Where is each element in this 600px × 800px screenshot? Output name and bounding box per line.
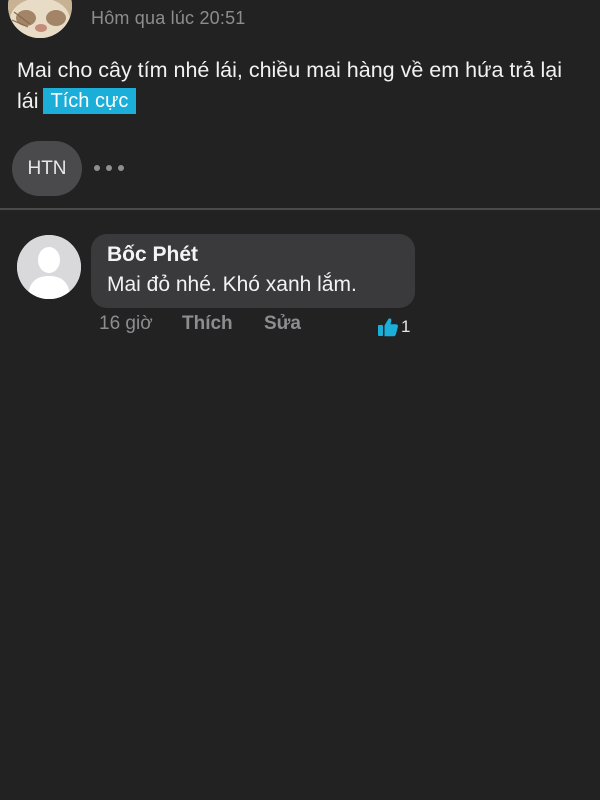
avatar[interactable] [8, 0, 72, 38]
more-horizontal-icon [94, 165, 100, 171]
like-count[interactable]: 1 [377, 317, 410, 337]
more-options-button[interactable] [94, 156, 124, 180]
person-silhouette-icon [17, 235, 81, 299]
comment-text: Mai đỏ nhé. Khó xanh lắm. [107, 273, 357, 296]
cat-photo-icon [8, 0, 72, 38]
comment-actions: 16 giờ Thích Sửa [99, 313, 301, 335]
edit-button[interactable]: Sửa [264, 313, 301, 335]
sentiment-tag[interactable]: Tích cực [42, 88, 137, 114]
post-header: Hôm qua lúc 20:51 [0, 0, 600, 44]
comment-avatar[interactable] [17, 235, 81, 299]
reactor-avatar-chip[interactable]: HTN [12, 141, 82, 196]
like-button[interactable]: Thích [182, 313, 264, 335]
divider [0, 208, 600, 210]
more-dot [118, 165, 124, 171]
more-dot [106, 165, 112, 171]
post-timestamp: Hôm qua lúc 20:51 [91, 8, 246, 28]
comment-bubble[interactable]: Bốc Phét Mai đỏ nhé. Khó xanh lắm. [91, 234, 415, 308]
comment-time: 16 giờ [99, 313, 153, 334]
like-count-number: 1 [401, 317, 411, 336]
comment-author[interactable]: Bốc Phét [107, 243, 198, 267]
post-body: Mai cho cây tím nhé lái, chiều mai hàng … [17, 55, 587, 117]
thumbs-up-icon [378, 318, 398, 337]
